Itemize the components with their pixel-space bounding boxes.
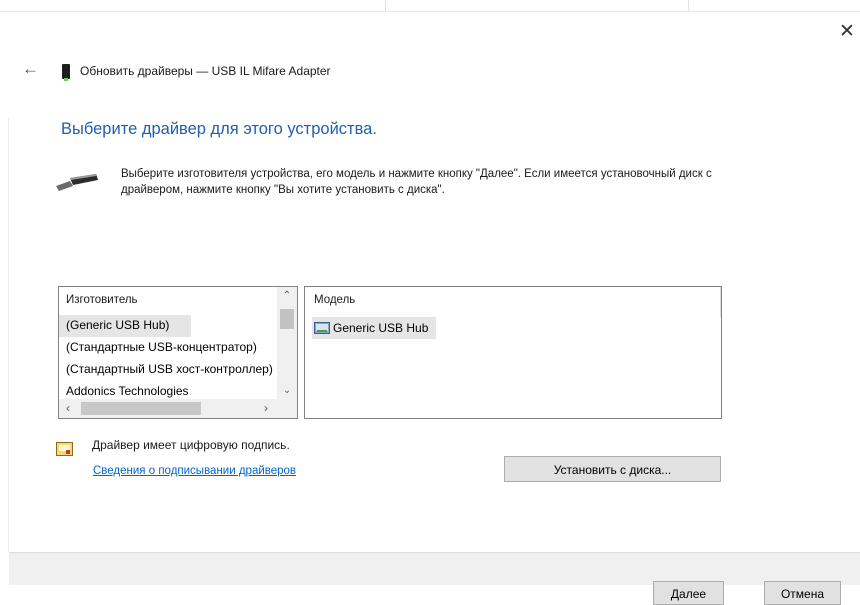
scroll-thumb[interactable] bbox=[81, 402, 201, 415]
manufacturer-item[interactable]: (Generic USB Hub) bbox=[59, 315, 191, 337]
manufacturer-item[interactable]: (Стандартный USB хост-контроллер) bbox=[59, 359, 277, 381]
scroll-down-icon[interactable]: ⌄ bbox=[277, 382, 297, 400]
scroll-thumb[interactable] bbox=[280, 309, 294, 329]
model-header: Модель bbox=[314, 294, 356, 306]
close-button[interactable]: ✕ bbox=[834, 20, 860, 46]
tab-divider bbox=[688, 0, 689, 11]
manufacturer-item[interactable]: Addonics Technologies bbox=[59, 381, 277, 400]
window-title: Обновить драйверы — USB IL Mifare Adapte… bbox=[80, 64, 331, 78]
signature-status: Драйвер имеет цифровую подпись. bbox=[92, 438, 290, 452]
model-item[interactable]: Generic USB Hub bbox=[312, 317, 437, 339]
driver-hub-icon bbox=[314, 322, 330, 334]
have-disk-button[interactable]: Установить с диска... bbox=[504, 456, 721, 482]
scroll-up-icon[interactable]: ⌃ bbox=[277, 287, 297, 305]
usb-device-icon bbox=[62, 63, 70, 81]
usb-connector-icon bbox=[56, 174, 98, 191]
column-divider bbox=[720, 287, 721, 317]
tab-divider bbox=[385, 0, 386, 11]
scroll-corner bbox=[277, 399, 297, 418]
page-heading: Выберите драйвер для этого устройства. bbox=[61, 120, 377, 138]
signed-driver-icon bbox=[56, 442, 73, 456]
back-arrow-icon: ← bbox=[22, 59, 39, 78]
instruction-text: Выберите изготовителя устройства, его мо… bbox=[121, 168, 712, 196]
close-icon: ✕ bbox=[839, 21, 855, 42]
window-title-row: Обновить драйверы — USB IL Mifare Adapte… bbox=[62, 62, 331, 81]
footer-bar: Далее Отмена bbox=[9, 552, 860, 605]
model-item-label: Generic USB Hub bbox=[333, 321, 429, 335]
title-bar-strip bbox=[0, 0, 860, 12]
horizontal-scrollbar[interactable]: ‹ › bbox=[59, 399, 277, 418]
left-border bbox=[8, 118, 9, 552]
model-list[interactable]: Модель Generic USB Hub bbox=[304, 286, 722, 419]
scroll-right-icon[interactable]: › bbox=[257, 399, 275, 418]
driver-signing-link[interactable]: Сведения о подписывании драйверов bbox=[93, 465, 296, 477]
back-button[interactable]: ← bbox=[22, 60, 42, 80]
manufacturer-header: Изготовитель bbox=[66, 294, 138, 306]
scroll-left-icon[interactable]: ‹ bbox=[59, 399, 77, 418]
manufacturer-list[interactable]: Изготовитель (Generic USB Hub) (Стандарт… bbox=[58, 286, 298, 419]
vertical-scrollbar[interactable]: ⌃ ⌄ bbox=[277, 287, 297, 400]
manufacturer-items: (Generic USB Hub) (Стандартные USB-конце… bbox=[59, 315, 277, 400]
manufacturer-item[interactable]: (Стандартные USB-концентратор) bbox=[59, 337, 277, 359]
